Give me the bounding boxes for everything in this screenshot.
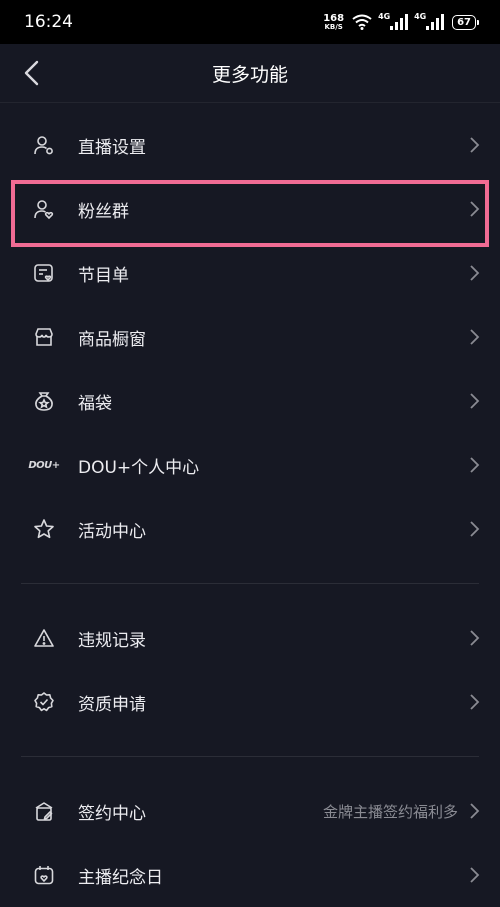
menu-item-program-list[interactable]: 节目单 — [0, 241, 500, 305]
speed-unit: KB/S — [324, 22, 343, 31]
user-settings-icon — [32, 133, 56, 157]
status-time: 16:24 — [24, 12, 73, 32]
menu-item-label: 活动中心 — [78, 521, 146, 542]
menu-item-fan-group[interactable]: 粉丝群 — [0, 177, 500, 247]
program-list-icon — [32, 261, 56, 285]
cellular-signal-1: 4G — [378, 12, 409, 30]
chevron-right-icon — [470, 265, 480, 281]
signal-bars-icon — [390, 14, 409, 30]
menu-list: 直播设置 粉丝群 节目单 商品橱窗 福袋 DOU+ DOU+个人中心 活动中心 … — [0, 113, 500, 907]
menu-item-label: 节目单 — [78, 265, 129, 286]
divider — [21, 583, 479, 584]
chevron-right-icon — [470, 630, 480, 646]
chevron-right-icon — [470, 393, 480, 409]
chevron-right-icon — [470, 867, 480, 883]
menu-item-contract-center[interactable]: 签约中心 金牌主播签约福利多 — [0, 779, 500, 843]
menu-item-label: 违规记录 — [78, 630, 146, 651]
chevron-right-icon — [470, 521, 480, 537]
star-icon — [32, 517, 56, 541]
status-indicators: 168 KB/S 4G 4G 67 — [323, 12, 479, 31]
menu-item-label: 商品橱窗 — [78, 329, 146, 350]
chevron-right-icon — [470, 201, 480, 217]
network-type-1: 4G — [378, 12, 391, 21]
chevron-right-icon — [470, 694, 480, 710]
calendar-icon — [32, 863, 56, 887]
menu-item-anniversary[interactable]: 主播纪念日 — [0, 843, 500, 907]
back-arrow-icon[interactable] — [20, 60, 44, 86]
page-title: 更多功能 — [211, 63, 288, 86]
dou-icon-text: DOU+ — [28, 459, 60, 471]
fan-group-icon — [32, 197, 56, 221]
shop-window-icon — [32, 325, 56, 349]
wifi-icon — [352, 14, 372, 30]
network-type-2: 4G — [414, 12, 427, 21]
menu-item-label: 粉丝群 — [78, 201, 129, 222]
menu-item-violation-records[interactable]: 违规记录 — [0, 606, 500, 670]
dou-icon: DOU+ — [28, 453, 60, 477]
chevron-right-icon — [470, 803, 480, 819]
menu-item-label: 直播设置 — [78, 137, 146, 158]
menu-item-label: 主播纪念日 — [78, 867, 163, 888]
battery-indicator: 67 — [452, 14, 479, 30]
menu-item-live-settings[interactable]: 直播设置 — [0, 113, 500, 177]
nav-bar: 更多功能 — [0, 44, 500, 103]
menu-item-shop-window[interactable]: 商品橱窗 — [0, 305, 500, 369]
menu-item-qualification[interactable]: 资质申请 — [0, 670, 500, 734]
badge-check-icon — [32, 690, 56, 714]
divider — [21, 756, 479, 757]
menu-item-dou-center[interactable]: DOU+ DOU+个人中心 — [0, 433, 500, 497]
menu-item-label: 资质申请 — [78, 694, 146, 715]
menu-item-label: 福袋 — [78, 393, 112, 414]
chevron-right-icon — [470, 137, 480, 153]
chevron-right-icon — [470, 457, 480, 473]
cellular-signal-2: 4G — [414, 12, 445, 30]
warning-icon — [32, 626, 56, 650]
lucky-bag-icon — [32, 389, 56, 413]
signal-bars-icon — [426, 14, 445, 30]
network-speed: 168 KB/S — [323, 12, 345, 31]
menu-item-label: DOU+个人中心 — [78, 457, 200, 478]
chevron-right-icon — [470, 329, 480, 345]
menu-item-label: 签约中心 — [78, 803, 146, 824]
menu-item-lucky-bag[interactable]: 福袋 — [0, 369, 500, 433]
speed-value: 168 — [323, 12, 345, 24]
contract-icon — [32, 799, 56, 823]
menu-item-activity-center[interactable]: 活动中心 — [0, 497, 500, 561]
status-bar: 16:24 168 KB/S 4G 4G 67 — [0, 0, 500, 44]
menu-item-subtitle: 金牌主播签约福利多 — [322, 802, 458, 821]
